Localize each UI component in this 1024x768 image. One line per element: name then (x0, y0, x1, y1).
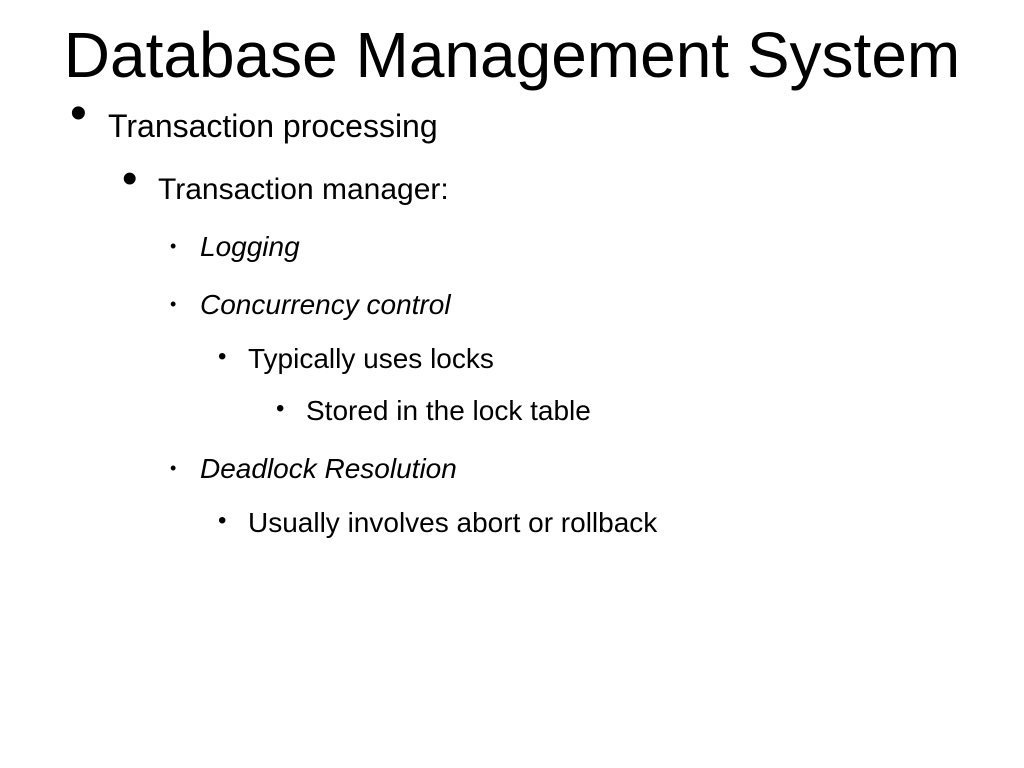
slide-title: Database Management System (0, 0, 1024, 90)
bullet-list-level-4: Usually involves abort or rollback (218, 507, 1024, 539)
bullet-list-level-5: Stored in the lock table (276, 395, 1024, 427)
list-item: Typically uses locks Stored in the lock … (218, 343, 1024, 427)
list-item: Logging (164, 231, 1024, 263)
bullet-list-level-1: Transaction processing Transaction manag… (70, 108, 1024, 539)
bullet-text: Usually involves abort or rollback (248, 507, 657, 538)
bullet-list-level-3: Logging Concurrency control Typically us… (164, 231, 1024, 539)
list-item: Transaction manager: Logging Concurrency… (122, 173, 1024, 539)
bullet-text: Deadlock Resolution (200, 453, 457, 484)
bullet-text: Concurrency control (200, 289, 451, 320)
bullet-list-level-4: Typically uses locks Stored in the lock … (218, 343, 1024, 427)
list-item: Deadlock Resolution Usually involves abo… (164, 453, 1024, 539)
bullet-text: Transaction manager: (158, 173, 449, 206)
list-item: Transaction processing Transaction manag… (70, 108, 1024, 539)
bullet-list-level-2: Transaction manager: Logging Concurrency… (122, 173, 1024, 539)
bullet-text: Stored in the lock table (306, 395, 591, 426)
list-item: Stored in the lock table (276, 395, 1024, 427)
bullet-text: Typically uses locks (248, 343, 494, 374)
list-item: Usually involves abort or rollback (218, 507, 1024, 539)
slide-body: Transaction processing Transaction manag… (0, 90, 1024, 539)
bullet-text: Logging (200, 231, 300, 262)
slide: Database Management System Transaction p… (0, 0, 1024, 768)
bullet-text: Transaction processing (108, 108, 438, 144)
list-item: Concurrency control Typically uses locks… (164, 289, 1024, 427)
